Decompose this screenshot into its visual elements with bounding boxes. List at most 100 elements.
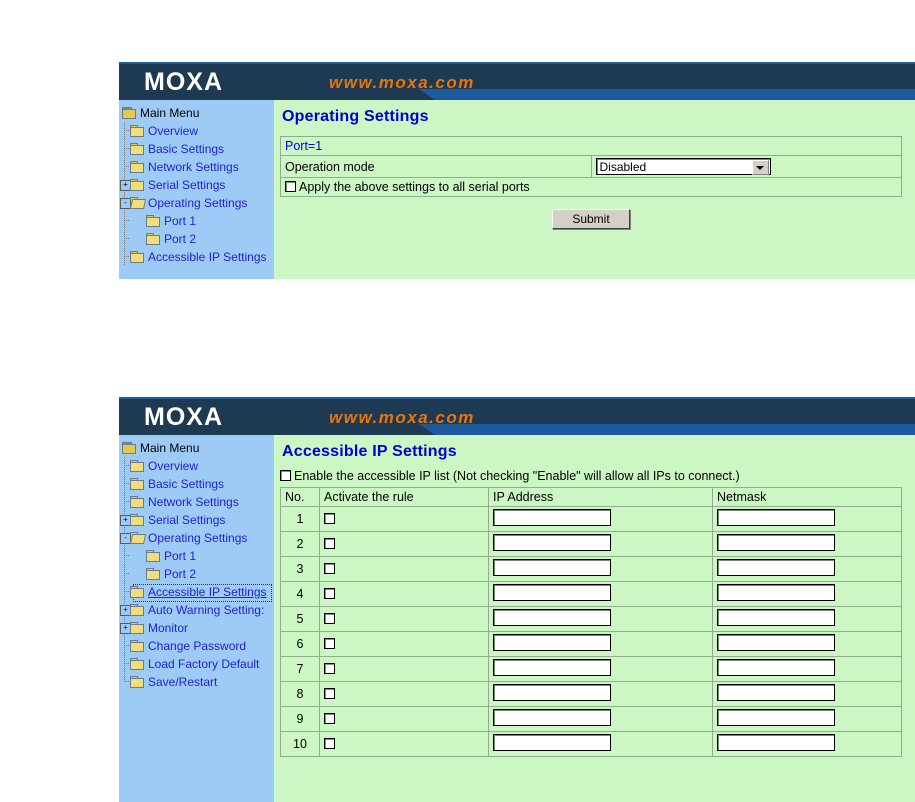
netmask-input[interactable] [717, 634, 835, 651]
netmask-input[interactable] [717, 609, 835, 626]
ip-address-input[interactable] [493, 634, 611, 651]
netmask-input[interactable] [717, 509, 835, 526]
ip-address-input[interactable] [493, 534, 611, 551]
netmask-cell[interactable] [712, 581, 902, 607]
sidebar-item-basic-settings[interactable]: Basic Settings [119, 140, 274, 158]
activate-rule-checkbox[interactable] [324, 613, 335, 624]
sidebar-item-accessible-ip-settings[interactable]: Accessible IP Settings [119, 248, 274, 266]
ip-address-cell[interactable] [488, 531, 713, 557]
apply-all-checkbox[interactable] [285, 181, 296, 192]
sidebar-item-network-settings[interactable]: Network Settings [119, 493, 274, 511]
sidebar-item-port-1[interactable]: Port 1 [119, 212, 274, 230]
folder-icon [130, 640, 144, 652]
ip-address-cell[interactable] [488, 631, 713, 657]
sidebar-item-change-password[interactable]: Change Password [119, 637, 274, 655]
sidebar-item-operating-settings[interactable]: - Operating Settings [119, 194, 274, 212]
activate-rule-cell[interactable] [319, 731, 489, 757]
sidebar-item-load-factory-default[interactable]: Load Factory Default [119, 655, 274, 673]
activate-rule-cell[interactable] [319, 531, 489, 557]
ip-address-cell[interactable] [488, 656, 713, 682]
apply-all-cell[interactable]: Apply the above settings to all serial p… [280, 177, 902, 197]
sidebar-item-port-2[interactable]: Port 2 [119, 565, 274, 583]
sidebar-item-operating-settings[interactable]: - Operating Settings [119, 529, 274, 547]
netmask-cell[interactable] [712, 631, 902, 657]
activate-rule-cell[interactable] [319, 556, 489, 582]
activate-rule-checkbox[interactable] [324, 688, 335, 699]
folder-icon [130, 125, 144, 137]
ip-address-input[interactable] [493, 559, 611, 576]
navigation-sidebar[interactable]: Main Menu Overview Basic Settings Network S… [119, 100, 274, 279]
netmask-input[interactable] [717, 559, 835, 576]
sidebar-item-overview[interactable]: Overview [119, 457, 274, 475]
folder-open-icon [130, 532, 147, 544]
tree-node-main-menu[interactable]: Main Menu [119, 439, 274, 457]
sidebar-item-overview[interactable]: Overview [119, 122, 274, 140]
activate-rule-cell[interactable] [319, 681, 489, 707]
table-row: 5 [280, 606, 902, 632]
ip-address-cell[interactable] [488, 556, 713, 582]
netmask-input[interactable] [717, 709, 835, 726]
sidebar-item-auto-warning-setting[interactable]: + Auto Warning Setting: [119, 601, 274, 619]
netmask-cell[interactable] [712, 506, 902, 532]
sidebar-item-serial-settings[interactable]: + Serial Settings [119, 511, 274, 529]
ip-address-input[interactable] [493, 509, 611, 526]
submit-button[interactable]: Submit [552, 209, 630, 229]
column-header: Netmask [712, 487, 902, 507]
operation-mode-select[interactable]: Disabled [595, 158, 771, 175]
enable-ip-list-row[interactable]: Enable the accessible IP list (Not check… [274, 461, 915, 487]
row-number: 4 [280, 581, 320, 607]
activate-rule-checkbox[interactable] [324, 513, 335, 524]
activate-rule-cell[interactable] [319, 631, 489, 657]
activate-rule-cell[interactable] [319, 581, 489, 607]
enable-ip-list-checkbox[interactable] [280, 470, 291, 481]
ip-address-input[interactable] [493, 584, 611, 601]
ip-address-cell[interactable] [488, 681, 713, 707]
sidebar-item-port-2[interactable]: Port 2 [119, 230, 274, 248]
sidebar-item-serial-settings[interactable]: + Serial Settings [119, 176, 274, 194]
sidebar-item-port-1[interactable]: Port 1 [119, 547, 274, 565]
activate-rule-checkbox[interactable] [324, 538, 335, 549]
ip-address-input[interactable] [493, 734, 611, 751]
netmask-cell[interactable] [712, 706, 902, 732]
activate-rule-cell[interactable] [319, 606, 489, 632]
netmask-cell[interactable] [712, 531, 902, 557]
ip-address-cell[interactable] [488, 581, 713, 607]
netmask-cell[interactable] [712, 556, 902, 582]
sidebar-item-basic-settings[interactable]: Basic Settings [119, 475, 274, 493]
navigation-sidebar-2[interactable]: Main Menu Overview Basic Settings Network S… [119, 435, 274, 802]
ip-address-cell[interactable] [488, 706, 713, 732]
activate-rule-cell[interactable] [319, 706, 489, 732]
netmask-input[interactable] [717, 534, 835, 551]
ip-address-input[interactable] [493, 709, 611, 726]
netmask-input[interactable] [717, 659, 835, 676]
ip-address-input[interactable] [493, 609, 611, 626]
netmask-input[interactable] [717, 584, 835, 601]
activate-rule-cell[interactable] [319, 506, 489, 532]
activate-rule-checkbox[interactable] [324, 638, 335, 649]
ip-address-cell[interactable] [488, 731, 713, 757]
sidebar-item-accessible-ip-settings[interactable]: Accessible IP Settings [119, 583, 274, 602]
activate-rule-checkbox[interactable] [324, 738, 335, 749]
sidebar-item-save-restart[interactable]: Save/Restart [119, 673, 274, 691]
chevron-down-icon[interactable] [751, 160, 769, 175]
ip-address-input[interactable] [493, 659, 611, 676]
sidebar-item-network-settings[interactable]: Network Settings [119, 158, 274, 176]
ip-address-cell[interactable] [488, 506, 713, 532]
ip-address-input[interactable] [493, 684, 611, 701]
moxa-banner: MOXA www.moxa.com [119, 64, 915, 100]
folder-icon [130, 496, 144, 508]
netmask-cell[interactable] [712, 606, 902, 632]
netmask-input[interactable] [717, 734, 835, 751]
activate-rule-checkbox[interactable] [324, 588, 335, 599]
netmask-cell[interactable] [712, 656, 902, 682]
tree-node-main-menu[interactable]: Main Menu [119, 104, 274, 122]
netmask-cell[interactable] [712, 731, 902, 757]
netmask-input[interactable] [717, 684, 835, 701]
activate-rule-cell[interactable] [319, 656, 489, 682]
activate-rule-checkbox[interactable] [324, 563, 335, 574]
activate-rule-checkbox[interactable] [324, 713, 335, 724]
ip-address-cell[interactable] [488, 606, 713, 632]
netmask-cell[interactable] [712, 681, 902, 707]
activate-rule-checkbox[interactable] [324, 663, 335, 674]
sidebar-item-monitor[interactable]: + Monitor [119, 619, 274, 637]
